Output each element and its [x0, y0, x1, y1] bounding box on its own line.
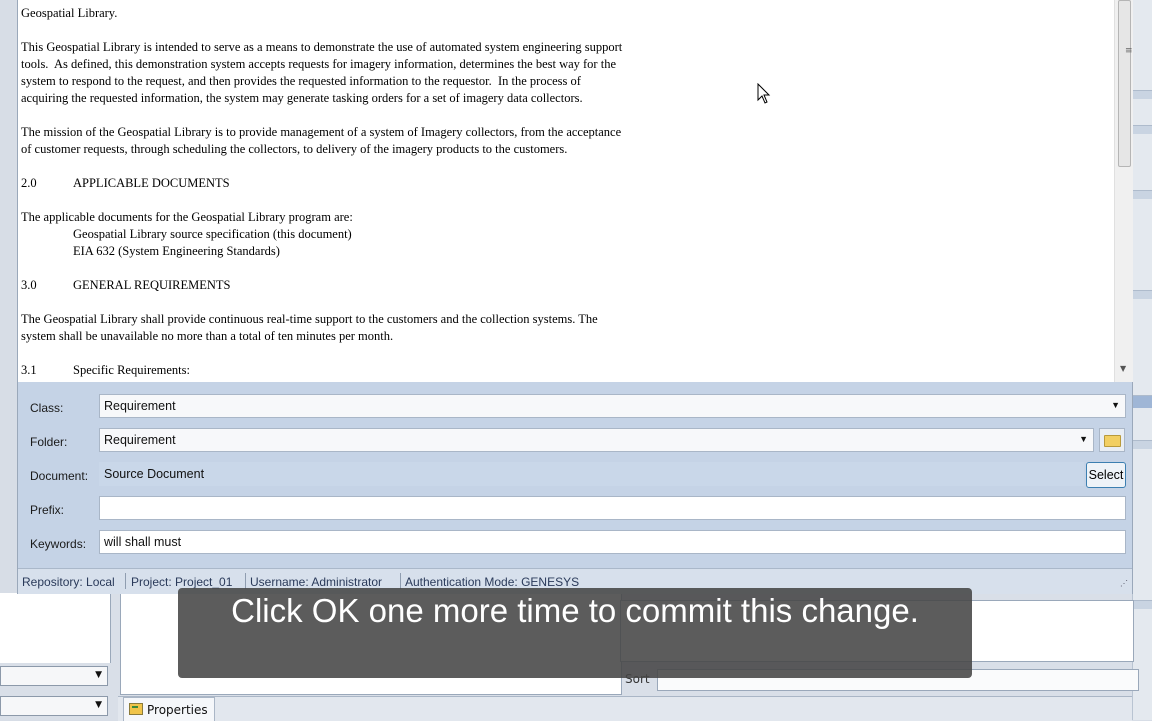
- document-value: Source Document: [104, 467, 205, 481]
- browse-folder-button[interactable]: [1099, 428, 1125, 452]
- chevron-down-icon: ▼: [1079, 434, 1088, 444]
- doc-line: This Geospatial Library is intended to s…: [21, 40, 623, 54]
- doc-line: of customer requests, through scheduling…: [21, 142, 568, 156]
- properties-form: Class: Requirement ▼ Folder: Requirement…: [18, 382, 1132, 568]
- panel-stripe: [1133, 90, 1152, 99]
- class-dropdown[interactable]: Requirement ▼: [99, 394, 1126, 418]
- background-right-panel: [1132, 0, 1152, 720]
- keywords-label: Keywords:: [30, 537, 87, 551]
- caption-text: Click OK one more time to commit this ch…: [231, 592, 919, 629]
- document-row: Document: Source Document Select: [18, 460, 1132, 490]
- doc-line: acquiring the requested information, the…: [21, 91, 583, 105]
- panel-selection: [1133, 395, 1152, 408]
- grip-icon: ≡: [1125, 46, 1133, 56]
- document-scrollbar[interactable]: ≡ ▼: [1114, 0, 1133, 382]
- status-auth-mode: Authentication Mode: GENESYS: [405, 575, 580, 589]
- bottom-tab-strip: [118, 696, 1132, 721]
- folder-label: Folder:: [30, 435, 68, 449]
- section-title: Specific Requirements:: [73, 363, 190, 377]
- status-separator: [125, 573, 126, 589]
- doc-list-item: Geospatial Library source specification …: [73, 227, 352, 241]
- status-username: Username: Administrator: [250, 575, 383, 589]
- section-title: APPLICABLE DOCUMENTS: [73, 176, 230, 190]
- resize-grip-icon[interactable]: ⋰: [1120, 579, 1128, 588]
- keywords-input[interactable]: will shall must: [99, 530, 1126, 554]
- document-preview[interactable]: Geospatial Library. This Geospatial Libr…: [18, 0, 1114, 382]
- section-number: 3.0: [21, 278, 37, 292]
- folder-value: Requirement: [104, 433, 176, 447]
- background-combo-1[interactable]: ▼: [0, 666, 108, 686]
- tab-properties-label: Properties: [147, 703, 208, 717]
- scroll-down-icon[interactable]: ▼: [1120, 364, 1126, 373]
- doc-line: The applicable documents for the Geospat…: [21, 210, 353, 224]
- section-title: GENERAL REQUIREMENTS: [73, 278, 231, 292]
- chevron-down-icon: ▼: [1111, 400, 1120, 410]
- document-label: Document:: [30, 469, 89, 483]
- keywords-row: Keywords: will shall must: [18, 528, 1132, 558]
- select-document-button[interactable]: Select: [1086, 462, 1126, 488]
- panel-stripe: [1133, 190, 1152, 199]
- panel-stripe: [1133, 600, 1152, 609]
- prefix-row: Prefix:: [18, 494, 1132, 524]
- chevron-down-icon: ▼: [95, 700, 102, 710]
- doc-line: tools. As defined, this demonstration sy…: [21, 57, 616, 71]
- import-dialog: Geospatial Library. This Geospatial Libr…: [18, 0, 1133, 594]
- chevron-down-icon: ▼: [95, 670, 102, 680]
- doc-line: Geospatial Library.: [21, 6, 118, 20]
- doc-line: The mission of the Geospatial Library is…: [21, 125, 622, 139]
- class-label: Class:: [30, 401, 64, 415]
- tutorial-caption: Click OK one more time to commit this ch…: [178, 588, 972, 678]
- panel-stripe: [1133, 440, 1152, 449]
- background-tree-panel[interactable]: [0, 593, 111, 663]
- folder-icon: [1104, 435, 1121, 447]
- prefix-input[interactable]: [99, 496, 1126, 520]
- section-number: 2.0: [21, 176, 37, 190]
- panel-stripe: [1133, 290, 1152, 299]
- folder-dropdown[interactable]: Requirement ▼: [99, 428, 1094, 452]
- class-value: Requirement: [104, 399, 176, 413]
- scrollbar-thumb[interactable]: ≡: [1118, 0, 1133, 167]
- doc-list-item: EIA 632 (System Engineering Standards): [73, 244, 280, 258]
- properties-icon: [129, 703, 143, 715]
- status-project: Project: Project_01: [131, 575, 233, 589]
- doc-line: system shall be unavailable no more than…: [21, 329, 394, 343]
- doc-line: The Geospatial Library shall provide con…: [21, 312, 598, 326]
- tab-properties[interactable]: Properties: [123, 697, 215, 721]
- status-separator: [400, 573, 401, 589]
- status-separator: [245, 573, 246, 589]
- doc-line: system to respond to the request, and th…: [21, 74, 581, 88]
- folder-row: Folder: Requirement ▼: [18, 426, 1132, 456]
- section-number: 3.1: [21, 363, 37, 377]
- class-row: Class: Requirement ▼: [18, 392, 1132, 422]
- keywords-value: will shall must: [104, 535, 182, 549]
- document-field: Source Document: [99, 462, 1084, 486]
- status-repository: Repository: Local: [22, 575, 115, 589]
- panel-stripe: [1133, 125, 1152, 134]
- prefix-label: Prefix:: [30, 503, 65, 517]
- background-combo-2[interactable]: ▼: [0, 696, 108, 716]
